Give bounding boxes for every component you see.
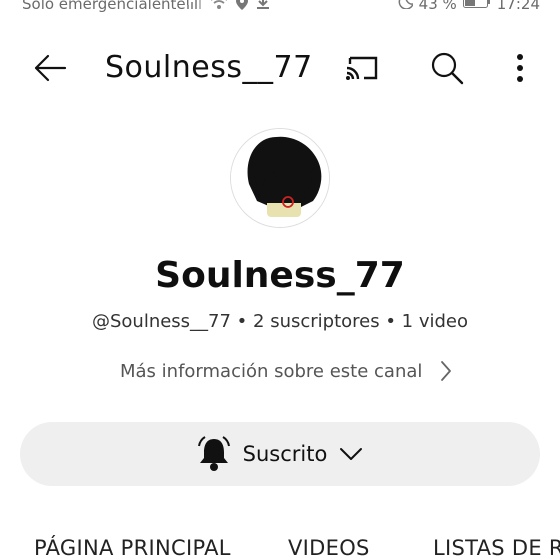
status-icons <box>186 0 270 10</box>
clock: 17:24 <box>496 0 540 13</box>
tab-playlists[interactable]: LISTAS DE REPRODUCCIÓN <box>433 536 560 560</box>
app-bar: Soulness__77 <box>0 40 560 96</box>
more-info-label: Más información sobre este canal <box>120 360 423 382</box>
status-bar: Solo emergencialentel 43 % 17:24 <box>0 0 560 18</box>
moon-icon <box>398 0 413 9</box>
channel-tabs: PÁGINA PRINCIPAL VIDEOS LISTAS DE REPROD… <box>0 528 560 560</box>
more-info-link[interactable]: Más información sobre este canal <box>120 357 452 385</box>
avatar-image <box>231 129 329 227</box>
wifi-icon <box>211 0 227 9</box>
more-options-button[interactable] <box>505 48 535 88</box>
more-vert-icon <box>517 54 523 82</box>
channel-name: Soulness_77 <box>155 255 405 296</box>
download-icon <box>257 0 269 9</box>
search-icon <box>431 52 464 85</box>
status-right: 43 % 17:24 <box>397 0 540 13</box>
chevron-down-icon <box>340 448 363 460</box>
app-bar-title: Soulness__77 <box>105 50 313 85</box>
back-arrow-icon <box>34 54 67 82</box>
tab-home[interactable]: PÁGINA PRINCIPAL <box>34 536 231 560</box>
back-button[interactable] <box>28 48 72 88</box>
signal-icon <box>187 0 201 9</box>
bell-icon <box>197 436 230 471</box>
cast-icon <box>346 56 378 80</box>
location-icon <box>236 0 248 10</box>
channel-avatar[interactable] <box>230 128 330 228</box>
subscribed-button[interactable]: Suscrito <box>20 422 540 486</box>
search-button[interactable] <box>425 48 469 88</box>
carrier-label: Solo emergencialentel <box>22 0 190 13</box>
battery-percent: 43 % <box>418 0 457 13</box>
channel-meta: @Soulness__77 • 2 suscriptores • 1 video <box>91 311 469 332</box>
chevron-right-icon <box>441 361 452 381</box>
tab-videos[interactable]: VIDEOS <box>288 536 370 560</box>
battery-icon <box>462 0 490 8</box>
subscribed-label: Suscrito <box>242 442 328 466</box>
cast-button[interactable] <box>340 48 384 88</box>
